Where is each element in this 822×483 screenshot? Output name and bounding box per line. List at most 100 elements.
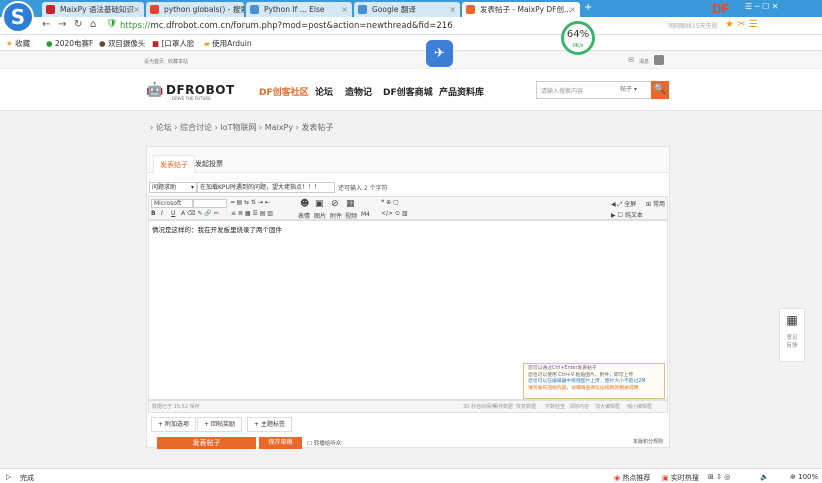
image-icon[interactable]: ▣ xyxy=(315,199,324,209)
bold-icon[interactable]: B xyxy=(151,210,156,217)
toolbar-label-m4[interactable]: M4 xyxy=(361,211,370,218)
new-tab-icon[interactable]: + xyxy=(584,2,592,13)
browser-tab-active[interactable]: 发表帖子 - MaixPy DF创... × xyxy=(462,2,580,17)
search-button[interactable]: 🔍 xyxy=(651,81,669,99)
video-icon[interactable]: ▦ xyxy=(346,199,355,209)
nav-create[interactable]: 造物记 xyxy=(345,85,372,98)
forum-rules-link[interactable]: 本版积分规则 xyxy=(633,438,663,445)
category-select[interactable]: 问题求助 ▾ xyxy=(149,182,197,193)
search-type-select[interactable]: 帖子 ▾ xyxy=(620,84,637,93)
feedback-label2[interactable]: 反馈 xyxy=(780,341,804,349)
status-tool-icons[interactable]: ⊞ ⇩ ◎ xyxy=(708,473,730,481)
close-icon[interactable]: × xyxy=(449,2,456,17)
font-size-select[interactable] xyxy=(193,199,227,208)
nav-docs[interactable]: 产品资料库 xyxy=(439,85,484,98)
font-select[interactable]: Microsoft xyxy=(151,199,193,208)
save-draft-button[interactable]: 保存草稿 xyxy=(259,437,302,449)
bookmark-item[interactable]: ■ [口罩人脸 xyxy=(152,38,194,49)
plaintext-toggle[interactable]: ▶ ☐ 纯文本 xyxy=(611,210,643,219)
window-controls-icon[interactable]: ☰ ─ ☐ ✕ xyxy=(745,2,779,11)
toolbar-label-video[interactable]: 视频 xyxy=(345,211,357,220)
avatar[interactable] xyxy=(654,55,664,65)
url-field[interactable]: https://mc.dfrobot.com.cn/forum.php?mod=… xyxy=(120,20,560,32)
common-label: 常用 xyxy=(652,201,665,208)
underline-icon[interactable]: U xyxy=(171,210,175,217)
feedback-label[interactable]: 意见 xyxy=(780,333,804,341)
zoom-icon: ⊕ xyxy=(790,473,796,481)
search-hint[interactable]: 明网眼线15天失败 xyxy=(668,21,718,30)
set-homepage-link[interactable]: 设为首页 xyxy=(144,58,164,65)
nav-store[interactable]: DF创客商城 xyxy=(383,85,433,98)
site-brand-sub: DRIVE THE FUTURE xyxy=(172,96,211,101)
message-link[interactable]: 消息 xyxy=(639,58,649,65)
tab-new-poll[interactable]: 发起投票 xyxy=(189,155,229,173)
title-input[interactable]: 在加载KPU时遇到的问题，望大佬指点！！！ xyxy=(197,182,335,193)
hot-recommend[interactable]: ◉ 热点推荐 xyxy=(614,473,650,483)
browser-tab[interactable]: MaixPy 语法基础知识 × xyxy=(42,2,144,17)
bookmark-item[interactable]: ★ 收藏 xyxy=(6,38,30,49)
close-icon[interactable]: × xyxy=(569,2,576,17)
status-autosave: 30 秒自动保存 xyxy=(463,404,496,410)
speed-gauge[interactable]: 64% 0K/s xyxy=(561,21,595,55)
italic-icon[interactable]: I xyxy=(161,210,163,217)
extension-icon[interactable]: ★ ✂ ☰ xyxy=(725,19,758,30)
clear-content-link[interactable]: 清除内容 xyxy=(569,401,589,413)
extra-options-button[interactable]: + 附加选项 xyxy=(151,417,196,432)
attachment-icon[interactable]: ⊘ xyxy=(331,199,339,209)
browser-tab[interactable]: python globals() - 搜索 × xyxy=(146,2,244,17)
fullscreen-label: 全屏 xyxy=(624,201,637,208)
toolbar-label-emoji[interactable]: 表情 xyxy=(298,211,310,220)
back-icon[interactable]: ← xyxy=(42,19,50,30)
forward-icon[interactable]: → xyxy=(58,19,66,30)
shrink-editor-link[interactable]: 缩小编辑框 xyxy=(627,401,652,413)
close-icon[interactable]: × xyxy=(341,2,348,17)
emoji-icon[interactable]: ☻ xyxy=(300,199,309,209)
play-icon[interactable]: ▷ xyxy=(6,473,11,481)
close-icon[interactable]: × xyxy=(233,2,240,17)
save-data-link[interactable]: 保存数据 xyxy=(493,401,513,413)
floating-app-icon[interactable]: ✈ xyxy=(426,40,453,67)
common-button[interactable]: ⊞ 常用 xyxy=(646,199,665,208)
toolbar-label-image[interactable]: 图片 xyxy=(314,211,326,220)
editor-text[interactable]: 情况是这样的：我在开发板里烧录了两个固件 xyxy=(152,224,282,234)
fullscreen-button[interactable]: ◀ ⤢ 全屏 xyxy=(611,199,636,209)
tab-favicon-icon xyxy=(46,5,55,14)
reply-reward-button[interactable]: + 回帖奖励 xyxy=(197,417,242,432)
code-icons[interactable]: </> ⊙ ▥ xyxy=(381,210,408,217)
bookmark-item[interactable]: ▰ 使用Arduin xyxy=(204,38,252,49)
align-icons[interactable]: ≡ ≣ ▦ ☰ ▤ ▥ xyxy=(231,210,273,217)
convert-checkbox[interactable]: ☐ 转播给听众 xyxy=(307,439,341,447)
nav-forum[interactable]: 论坛 xyxy=(315,85,333,98)
message-icon[interactable]: ✉ xyxy=(628,56,634,64)
browser-tab[interactable]: Google 翻译 × xyxy=(354,2,460,17)
restore-data-link[interactable]: 恢复数据 xyxy=(516,401,536,413)
bookmark-item[interactable]: ● 双目摄像头 xyxy=(99,38,145,49)
hint-line: 请勿发布违规内容，详细请查阅论坛规则的相关说明 xyxy=(528,385,639,391)
address-bar: ← → ↻ ⌂ 🛡 https://mc.dfrobot.com.cn/foru… xyxy=(0,17,822,35)
format-icons-row1[interactable]: ═ ▤ ⇆ ⇅ ⇥ ⇤ xyxy=(231,199,270,206)
toolbar-label-attach[interactable]: 附件 xyxy=(330,211,342,220)
zoom-level[interactable]: ⊕ 100% xyxy=(790,473,818,481)
bookmark-item[interactable]: ● 2020电赛F xyxy=(46,38,93,49)
browser-logo-icon[interactable]: S xyxy=(2,1,34,33)
sound-icon[interactable]: 🔈 xyxy=(760,473,769,481)
enlarge-editor-link[interactable]: 加大编辑框 xyxy=(595,401,620,413)
refresh-icon[interactable]: ↻ xyxy=(74,19,82,30)
feedback-float[interactable]: ▦ 意见 反馈 xyxy=(779,308,805,362)
submit-post-button[interactable]: 发表帖子 xyxy=(157,437,256,449)
home-icon[interactable]: ⌂ xyxy=(90,19,96,30)
tab-favicon-icon xyxy=(466,5,475,14)
format-icons-row2[interactable]: A ⌫ ✎ 🔗 ✂ xyxy=(181,210,219,217)
editor-status-bar: 数据已于 15:52 保存 30 秒自动保存 保存数据 恢复数据 字数检查 清除… xyxy=(148,400,668,413)
site-brand[interactable]: DFROBOT xyxy=(166,83,235,97)
hot-search[interactable]: ▣ 实时热搜 xyxy=(662,473,699,483)
close-icon[interactable]: × xyxy=(133,2,140,17)
word-check-link[interactable]: 字数检查 xyxy=(545,401,565,413)
qrcode-icon[interactable]: ▦ xyxy=(780,313,804,327)
nav-community[interactable]: DF创客社区 xyxy=(259,85,309,98)
editor-body[interactable]: 情况是这样的：我在开发板里烧录了两个固件 您可以通过Ctrl+Enter发表帖子… xyxy=(148,220,668,400)
topic-tags-button[interactable]: + 主题标签 xyxy=(247,417,292,432)
browser-tab[interactable]: Python If ... Else × xyxy=(246,2,352,17)
quote-code-icons[interactable]: ❝ ⊕ ▢ xyxy=(381,199,399,206)
bookmark-site-link[interactable]: 收藏本站 xyxy=(168,58,188,65)
